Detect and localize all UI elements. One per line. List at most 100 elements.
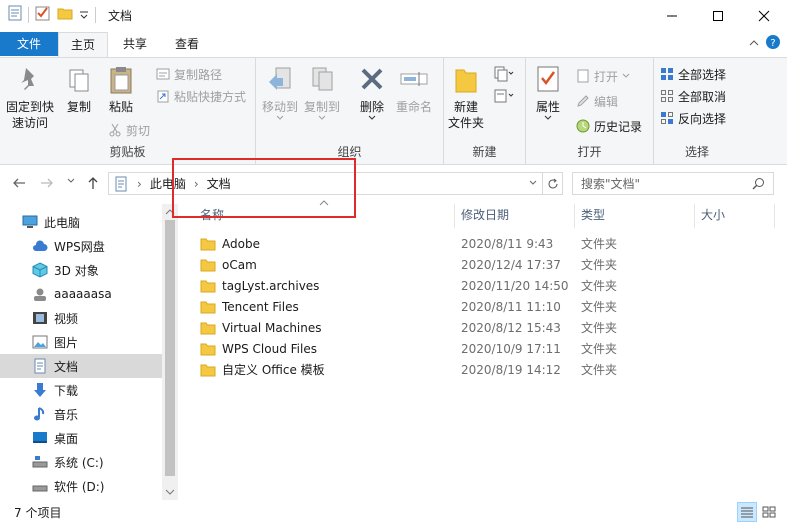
select-all-button[interactable]: 全部选择: [660, 64, 726, 84]
details-view-button[interactable]: [737, 502, 757, 522]
column-header-name[interactable]: 名称: [180, 200, 455, 228]
sort-ascending-icon: [319, 200, 329, 206]
folder-icon: [200, 364, 216, 376]
column-header-size[interactable]: 大小: [695, 204, 775, 228]
tab-view[interactable]: 查看: [164, 32, 210, 56]
copy-to-button[interactable]: 复制到: [304, 64, 340, 124]
sidebar-item-wps-cloud[interactable]: WPS网盘: [0, 234, 162, 258]
file-row[interactable]: oCam 2020/12/4 17:37 文件夹: [192, 254, 787, 275]
tab-home[interactable]: 主页: [58, 32, 108, 58]
paste-button[interactable]: 粘贴: [108, 64, 134, 115]
delete-x-icon: [361, 68, 383, 90]
folder-icon: [200, 238, 216, 250]
column-header-type[interactable]: 类型: [575, 204, 695, 228]
maximize-icon: [713, 10, 723, 21]
dropdown-arrow-icon: [544, 115, 552, 120]
easy-access-button[interactable]: [494, 86, 514, 106]
help-icon[interactable]: ?: [765, 34, 781, 53]
sidebar-item-3d-objects[interactable]: 3D 对象: [0, 258, 162, 282]
search-input[interactable]: 搜索"文档": [572, 172, 774, 195]
open-button[interactable]: 打开: [576, 66, 630, 86]
select-none-button[interactable]: 全部取消: [660, 86, 726, 106]
tab-file[interactable]: 文件: [0, 32, 58, 56]
address-row: › 此电脑 › 文档 搜索"文档": [0, 166, 787, 202]
pin-to-quick-access-button[interactable]: 固定到快 速访问: [6, 64, 54, 131]
maximize-button[interactable]: [695, 0, 741, 31]
chevron-right-icon: ›: [193, 176, 199, 191]
sidebar-item-drive-c[interactable]: 系统 (C:): [0, 450, 162, 474]
file-row[interactable]: Virtual Machines 2020/8/12 15:43 文件夹: [192, 317, 787, 338]
sidebar-item-this-pc[interactable]: 此电脑: [0, 210, 162, 234]
forward-button[interactable]: [40, 176, 54, 190]
new-folder-button[interactable]: 新建 文件夹: [448, 64, 484, 131]
tab-share[interactable]: 共享: [112, 32, 158, 56]
download-icon: [32, 382, 48, 398]
properties-quick-icon[interactable]: [8, 5, 22, 24]
sidebar-item-pictures[interactable]: 图片: [0, 330, 162, 354]
paste-shortcut-button[interactable]: 粘贴快捷方式: [156, 86, 246, 106]
sidebar-item-user[interactable]: aaaaaasa: [0, 282, 162, 306]
file-row[interactable]: Adobe 2020/8/11 9:43 文件夹: [192, 233, 787, 254]
sidebar-item-documents[interactable]: 文档: [0, 354, 162, 378]
new-item-button[interactable]: [494, 64, 514, 84]
move-to-button[interactable]: 移动到: [262, 64, 298, 124]
dropdown-arrow-icon: [622, 73, 630, 78]
address-dropdown-icon[interactable]: [528, 177, 538, 191]
minimize-button[interactable]: [649, 0, 695, 31]
copy-button[interactable]: 复制: [66, 64, 92, 115]
sidebar-scrollbar[interactable]: [162, 204, 178, 500]
new-item-icon: [494, 66, 514, 82]
refresh-button[interactable]: [542, 173, 562, 194]
music-icon: [32, 406, 48, 422]
address-bar[interactable]: › 此电脑 › 文档: [108, 172, 563, 195]
search-icon[interactable]: [752, 177, 765, 193]
file-row[interactable]: tagLyst.archives 2020/11/20 14:50 文件夹: [192, 275, 787, 296]
drive-icon: [32, 478, 48, 494]
large-icons-view-button[interactable]: [759, 502, 779, 522]
history-icon: [576, 119, 590, 133]
properties-button[interactable]: 属性: [534, 64, 562, 124]
organize-group: 移动到 复制到 删除 重命名 组织: [256, 58, 444, 164]
collapse-ribbon-icon[interactable]: [749, 37, 759, 51]
back-button[interactable]: [12, 176, 26, 190]
sidebar-item-downloads[interactable]: 下载: [0, 378, 162, 402]
view-switcher: [737, 502, 779, 522]
delete-button[interactable]: 删除: [358, 64, 386, 124]
scroll-down-icon: [165, 489, 175, 495]
search-placeholder: 搜索"文档": [581, 177, 641, 191]
paste-icon: [110, 67, 132, 94]
sidebar-item-music[interactable]: 音乐: [0, 402, 162, 426]
edit-button[interactable]: 编辑: [576, 91, 618, 111]
checkmark-quick-icon[interactable]: [35, 5, 51, 24]
file-row[interactable]: 自定义 Office 模板 2020/8/19 14:12 文件夹: [192, 359, 787, 380]
recent-locations-button[interactable]: [66, 176, 76, 186]
rename-button[interactable]: 重命名: [396, 64, 432, 115]
sidebar-item-desktop[interactable]: 桌面: [0, 426, 162, 450]
history-button[interactable]: 历史记录: [576, 116, 642, 136]
close-button[interactable]: [741, 0, 787, 31]
cut-button[interactable]: 剪切: [108, 120, 150, 140]
ribbon: 固定到快 速访问 复制 粘贴 复制路径 粘贴快捷方式 剪切 剪贴板 移动到 复制…: [0, 57, 787, 165]
chevron-down-icon[interactable]: [79, 8, 89, 22]
cloud-icon: [32, 238, 48, 254]
paste-shortcut-icon: [157, 90, 169, 103]
sidebar-item-drive-d[interactable]: 软件 (D:): [0, 474, 162, 498]
copy-to-icon: [312, 67, 333, 91]
file-row[interactable]: WPS Cloud Files 2020/10/9 17:11 文件夹: [192, 338, 787, 359]
quick-access-toolbar: [8, 5, 96, 24]
invert-selection-button[interactable]: 反向选择: [660, 108, 726, 128]
file-row[interactable]: Tencent Files 2020/8/11 11:10 文件夹: [192, 296, 787, 317]
sidebar-scrollbar-thumb[interactable]: [165, 220, 175, 476]
new-group: 新建 文件夹 新建: [444, 58, 526, 164]
qat-separator: [28, 6, 29, 23]
new-folder-quick-icon[interactable]: [57, 5, 73, 24]
column-header-modified[interactable]: 修改日期: [455, 204, 575, 228]
sidebar-item-videos[interactable]: 视频: [0, 306, 162, 330]
breadcrumb-this-pc[interactable]: 此电脑: [150, 175, 186, 192]
up-button[interactable]: [86, 176, 100, 190]
copy-path-icon: [156, 68, 170, 80]
chevron-right-icon: ›: [137, 176, 142, 191]
breadcrumb-documents[interactable]: 文档: [207, 175, 231, 192]
copy-path-button[interactable]: 复制路径: [156, 64, 222, 84]
window-controls: [649, 0, 787, 31]
